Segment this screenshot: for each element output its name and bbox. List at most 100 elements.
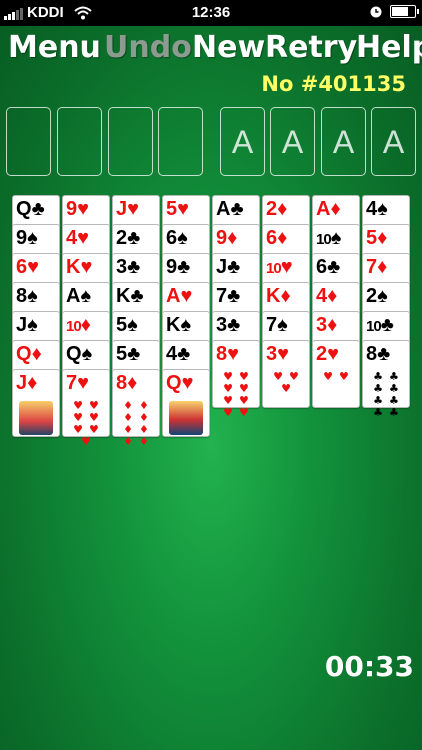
card-pips: ♦ ♦ ♦ ♦ ♦ ♦ ♦ ♦ [119,400,153,448]
card-index: 2♥ [316,342,339,366]
card-rank: 6 [266,227,278,249]
card-rank: J [16,372,28,394]
card[interactable]: Q♥ [162,369,210,437]
card[interactable]: 8♦ ♦ ♦ ♦ ♦ ♦ ♦ ♦ ♦ [112,369,160,448]
card-pips: ♥ ♥ ♥ ♥ ♥ ♥ ♥ ♥ [219,371,253,419]
card-suit: ♥ [227,343,239,365]
card-index: 8♠ [16,284,38,308]
card-index: 9♦ [216,226,237,250]
card-rank: 8 [116,372,128,394]
card-index: 3♣ [116,255,140,279]
game-number: No #401135 [261,72,406,96]
card-rank: 3 [216,314,228,336]
pip: ♣ [389,406,399,419]
card-suit: ♥ [80,256,93,278]
card[interactable]: 8♥ ♥ ♥ ♥ ♥ ♥ ♥ ♥ ♥ [212,340,260,419]
card-suit: ♥ [77,227,89,249]
card-index: 10♠ [316,226,341,252]
free-cell-3[interactable] [108,107,153,176]
retry-button[interactable]: Retry [265,30,357,65]
card-index: 6♣ [316,255,340,279]
card-index: 6♦ [266,226,287,250]
card-index: 3♥ [266,342,289,366]
card-index: A♠ [66,284,91,308]
card-rank: 4 [316,285,328,307]
undo-button[interactable]: Undo [104,30,192,65]
card[interactable]: 8♣ ♣ ♣ ♣ ♣ ♣ ♣ ♣ ♣ [362,340,410,419]
help-button[interactable]: Help [356,30,422,65]
foundation-2[interactable]: A [270,107,315,176]
card-rank: Q [16,343,32,365]
card-index: 2♦ [266,197,287,221]
free-cell-1[interactable] [6,107,51,176]
card[interactable]: 2♥ ♥ ♥ [312,340,360,408]
card-rank: 9 [166,256,178,278]
menu-bar: Menu Undo New Retry Help [0,30,422,65]
clock-icon [370,6,382,17]
card-suit: ♦ [280,285,291,307]
card-suit: ♦ [80,314,91,336]
pip: ♥ [223,406,233,419]
card-rank: 7 [66,372,78,394]
card-rank: 6 [166,227,178,249]
card-rank: 6 [16,256,28,278]
card-suit: ♠ [277,314,288,336]
battery-icon [390,5,419,18]
card-pips: ♥ ♥ [319,371,353,403]
card-rank: 10 [66,318,82,335]
card-rank: 2 [366,285,378,307]
card-suit: ♠ [377,198,388,220]
card[interactable]: 7♥ ♥ ♥ ♥ ♥ ♥ ♥ ♥ [62,369,110,448]
pip: ♥ [281,382,291,395]
game-timer: 00:33 [324,650,414,683]
card-suit: ♥ [180,285,193,307]
pip: ♥ [323,370,333,383]
card-rank: A [66,285,81,307]
free-cell-2[interactable] [57,107,102,176]
status-bar: KDDI 12:36 [0,0,422,26]
card-suit: ♥ [177,198,189,220]
card-index: 8♣ [366,342,390,366]
card-rank: 7 [266,314,278,336]
card-rank: 7 [216,285,228,307]
card-rank: 10 [366,318,382,335]
foundation-4[interactable]: A [371,107,416,176]
card-suit: ♥ [77,372,89,394]
card[interactable]: 3♥ ♥ ♥ ♥ [262,340,310,408]
card-rank: J [216,256,228,278]
card-suit: ♥ [77,198,89,220]
card-index: 6♠ [166,226,188,250]
card-rank: 8 [366,343,378,365]
card-suit: ♥ [280,256,293,278]
card-rank: 8 [16,285,28,307]
free-cell-4[interactable] [158,107,203,176]
card-index: 9♥ [66,197,89,221]
foundation-3[interactable]: A [321,107,366,176]
card-index: 10♣ [366,313,394,339]
card-index: K♣ [116,284,144,308]
card-index: 8♦ [116,371,137,395]
card-suit: ♣ [230,198,244,220]
card-suit: ♠ [180,314,192,336]
card-suit: ♠ [377,285,388,307]
card-index: J♥ [116,197,139,221]
card-index: 4♣ [166,342,190,366]
card-suit: ♦ [127,372,138,394]
menu-button[interactable]: Menu [8,30,101,65]
card-index: 2♣ [116,226,140,250]
card-rank: 7 [366,256,378,278]
card-index: 7♣ [216,284,240,308]
card-rank: 3 [316,314,328,336]
new-game-button[interactable]: New [192,30,265,65]
card-index: Q♦ [16,342,42,366]
card-rank: 8 [216,343,228,365]
card-rank: 4 [66,227,78,249]
foundation-1[interactable]: A [220,107,265,176]
card-suit: ♠ [177,227,188,249]
card-index: 5♣ [116,342,140,366]
card-rank: 3 [116,256,128,278]
card[interactable]: J♦ [12,369,60,437]
card-suit: ♦ [377,227,388,249]
card-index: Q♠ [66,342,92,366]
card-suit: ♣ [127,227,141,249]
